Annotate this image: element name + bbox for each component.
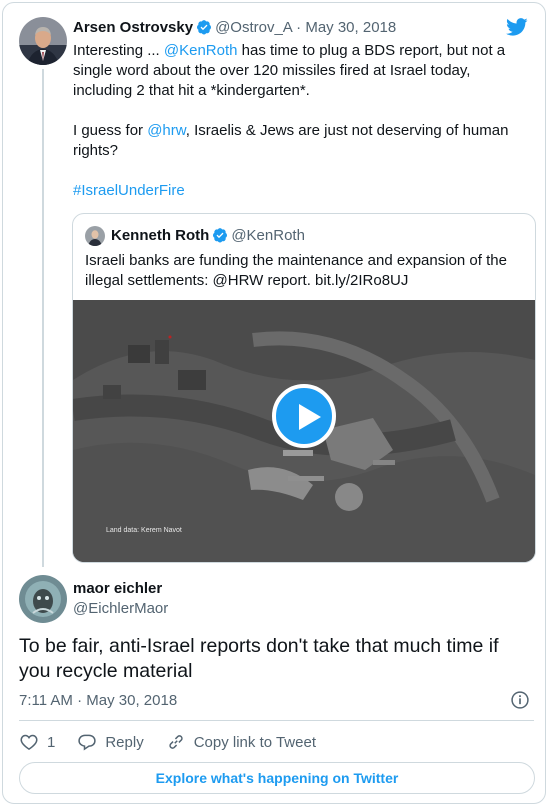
quote-text: Israeli banks are funding the maintenanc… [85, 252, 507, 289]
parent-handle[interactable]: @Ostrov_A [215, 19, 292, 36]
header-separator: · [296, 19, 302, 36]
like-button[interactable]: 1 [19, 732, 55, 752]
divider [19, 720, 534, 721]
parent-header: Arsen Ostrovsky @Ostrov_A · May 30, 2018 [73, 19, 396, 36]
copy-link-button[interactable]: Copy link to Tweet [166, 732, 316, 752]
reply-avatar[interactable] [19, 575, 67, 623]
quote-handle: @KenRoth [231, 227, 305, 244]
play-icon [299, 404, 321, 430]
explore-twitter-button[interactable]: Explore what's happening on Twitter [19, 762, 535, 794]
quote-avatar [85, 226, 105, 246]
reply-date: May 30, 2018 [86, 692, 178, 709]
reply-handle[interactable]: @EichlerMaor [73, 600, 168, 617]
twitter-bird-icon[interactable] [505, 16, 529, 38]
parent-tweet-text: Interesting ... @KenRoth has time to plu… [73, 41, 533, 221]
action-bar: 1 Reply Copy link to Tweet [19, 731, 338, 753]
mention-hrw-link[interactable]: @hrw [147, 122, 186, 139]
tweet-embed-card: Arsen Ostrovsky @Ostrov_A · May 30, 2018 … [2, 2, 546, 804]
reply-button[interactable]: Reply [77, 732, 144, 752]
reply-bubble-icon [78, 734, 97, 751]
quoted-tweet[interactable]: Kenneth Roth @KenRoth Israeli banks are f… [72, 213, 536, 563]
reply-tweet-text: To be fair, anti-Israel reports don't ta… [19, 635, 499, 682]
info-icon[interactable] [510, 690, 530, 710]
mention-kenroth-link[interactable]: @KenRoth [164, 42, 238, 59]
reply-label: Reply [105, 733, 144, 751]
like-count: 1 [47, 733, 56, 751]
link-icon [169, 735, 183, 749]
quote-author-name: Kenneth Roth [111, 227, 210, 244]
video-thumbnail[interactable]: Land data: Kerem Navot [73, 300, 535, 562]
play-button[interactable] [272, 384, 336, 448]
media-caption: Land data: Kerem Navot [106, 527, 182, 534]
copy-link-label: Copy link to Tweet [193, 733, 316, 751]
quote-header: Kenneth Roth @KenRoth [111, 227, 305, 244]
thread-line [42, 69, 44, 567]
reply-time: 7:11 AM [19, 692, 73, 709]
parent-date[interactable]: May 30, 2018 [305, 19, 396, 36]
reply-author-name[interactable]: maor eichler [73, 580, 162, 597]
parent-avatar[interactable] [19, 17, 67, 65]
reply-timestamp[interactable]: 7:11 AM · May 30, 2018 [19, 692, 177, 709]
verified-badge-icon [197, 20, 212, 35]
heart-icon [20, 734, 38, 750]
parent-author-name[interactable]: Arsen Ostrovsky [73, 19, 193, 36]
text-fragment: Interesting ... [73, 42, 164, 59]
timestamp-separator: · [77, 692, 83, 709]
text-fragment: I guess for [73, 122, 148, 139]
verified-badge-icon [213, 228, 228, 243]
hashtag-link[interactable]: #IsraelUnderFire [73, 182, 185, 199]
